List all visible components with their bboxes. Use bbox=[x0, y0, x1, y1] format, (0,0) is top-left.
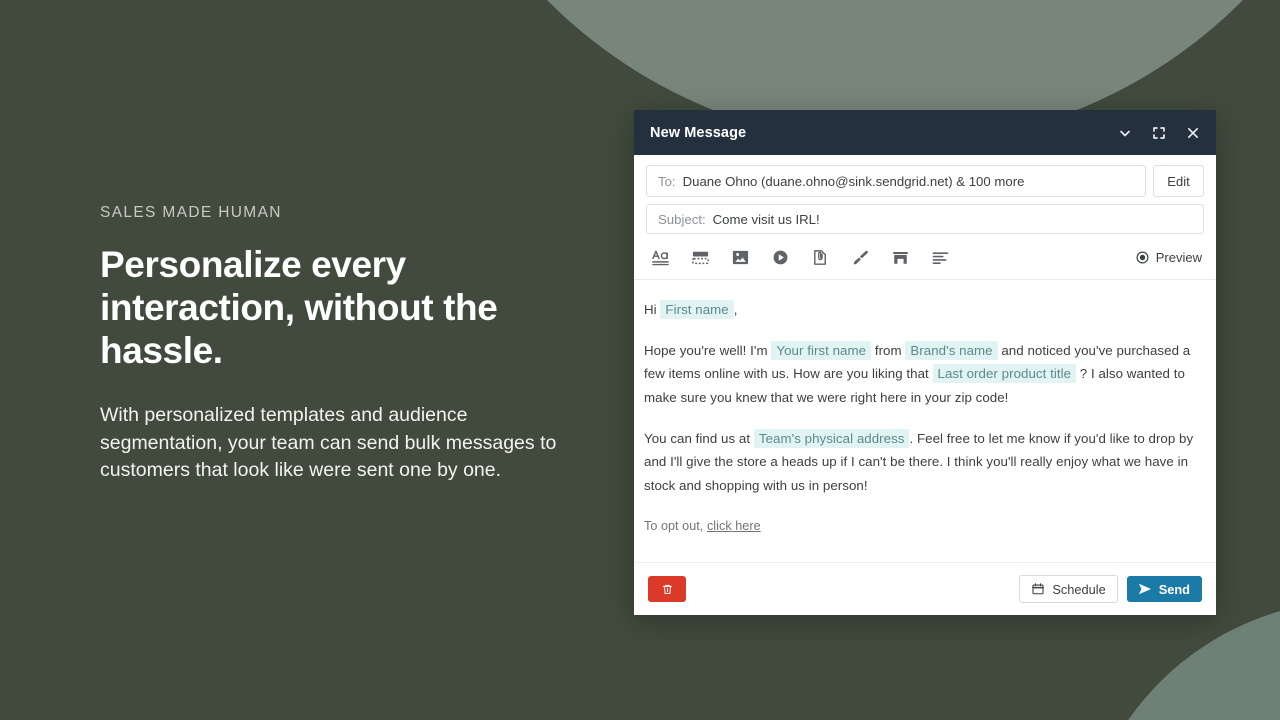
compose-footer: Schedule Send bbox=[634, 562, 1216, 615]
paper-plane-icon bbox=[1137, 581, 1153, 597]
recipient-input[interactable]: To: Duane Ohno (duane.ohno@sink.sendgrid… bbox=[646, 165, 1146, 197]
recipient-value: Duane Ohno (duane.ohno@sink.sendgrid.net… bbox=[682, 173, 1025, 189]
compose-window: New Message To: Duane Ohno (duane.ohno@s… bbox=[634, 110, 1216, 615]
subject-value: Come visit us IRL! bbox=[712, 211, 820, 227]
schedule-label: Schedule bbox=[1052, 581, 1106, 597]
merge-tag-last-order-product[interactable]: Last order product title bbox=[932, 364, 1077, 384]
to-label: To: bbox=[658, 173, 676, 189]
greeting-prefix: Hi bbox=[644, 302, 657, 317]
p1-part1: Hope you're well! I'm bbox=[644, 342, 768, 358]
compose-title: New Message bbox=[650, 124, 747, 141]
slide-canvas: SALES MADE HUMAN Personalize every inter… bbox=[0, 0, 1280, 720]
merge-tag-first-name[interactable]: First name bbox=[660, 300, 734, 319]
compose-fields: To: Duane Ohno (duane.ohno@sink.sendgrid… bbox=[634, 155, 1216, 234]
send-label: Send bbox=[1158, 581, 1190, 597]
subject-row: Subject: Come visit us IRL! bbox=[646, 204, 1204, 234]
video-icon[interactable] bbox=[768, 245, 792, 269]
marketing-copy: SALES MADE HUMAN Personalize every inter… bbox=[100, 205, 600, 485]
compose-header: New Message bbox=[634, 110, 1216, 155]
merge-tag-your-first-name[interactable]: Your first name bbox=[771, 340, 872, 360]
send-button[interactable]: Send bbox=[1126, 576, 1202, 602]
module-block-icon[interactable] bbox=[688, 245, 712, 269]
brush-icon[interactable] bbox=[848, 245, 872, 269]
p1-part2: from bbox=[874, 342, 902, 358]
optout-link[interactable]: click here bbox=[707, 519, 761, 533]
email-body[interactable]: Hi First name, Hope you're well! I'm You… bbox=[634, 280, 1216, 562]
optout-paragraph: To opt out, click here bbox=[644, 515, 1194, 537]
page-title: Personalize every interaction, without t… bbox=[100, 243, 498, 372]
edit-recipients-button[interactable]: Edit bbox=[1153, 165, 1204, 197]
calendar-icon bbox=[1031, 582, 1045, 596]
schedule-button[interactable]: Schedule bbox=[1019, 575, 1118, 603]
subject-label: Subject: bbox=[658, 211, 706, 227]
subcopy-text: With personalized templates and audience… bbox=[100, 404, 557, 482]
optout-prefix: To opt out, bbox=[644, 518, 704, 533]
merge-tag-physical-address[interactable]: Team's physical address bbox=[753, 428, 910, 448]
eyebrow-text: SALES MADE HUMAN bbox=[100, 204, 282, 221]
delete-draft-button[interactable] bbox=[648, 576, 686, 602]
recipient-row: To: Duane Ohno (duane.ohno@sink.sendgrid… bbox=[646, 165, 1204, 197]
eye-icon bbox=[1135, 250, 1150, 265]
greeting-paragraph: Hi First name, bbox=[644, 298, 1194, 322]
minimize-icon[interactable] bbox=[1116, 124, 1134, 142]
body-paragraph-1: Hope you're well! I'm Your first name fr… bbox=[644, 339, 1194, 410]
decorative-circle-bottom bbox=[1078, 600, 1280, 720]
greeting-suffix: , bbox=[733, 302, 738, 317]
editor-toolbar: Preview bbox=[634, 234, 1216, 280]
body-paragraph-2: You can find us at Team's physical addre… bbox=[644, 427, 1194, 498]
merge-tag-brand-name[interactable]: Brand's name bbox=[905, 340, 998, 360]
storefront-icon[interactable] bbox=[888, 245, 912, 269]
close-icon[interactable] bbox=[1184, 124, 1202, 142]
image-icon[interactable] bbox=[728, 245, 752, 269]
preview-button[interactable]: Preview bbox=[1135, 250, 1202, 265]
window-controls bbox=[1116, 124, 1202, 142]
attachment-icon[interactable] bbox=[808, 245, 832, 269]
expand-icon[interactable] bbox=[1150, 124, 1168, 142]
text-format-icon[interactable] bbox=[648, 245, 672, 269]
p2-part1: You can find us at bbox=[644, 430, 751, 446]
subject-input[interactable]: Subject: Come visit us IRL! bbox=[646, 204, 1204, 234]
preview-label: Preview bbox=[1155, 249, 1202, 265]
align-text-icon[interactable] bbox=[928, 245, 952, 269]
